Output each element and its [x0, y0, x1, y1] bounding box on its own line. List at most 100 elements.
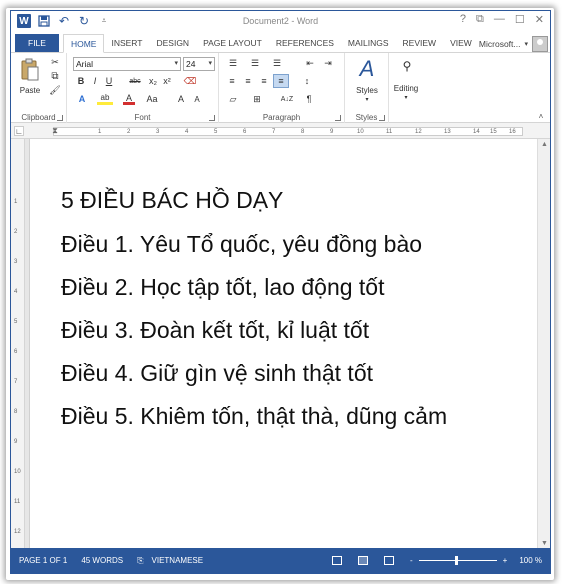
decrease-indent-icon[interactable]: ⇤	[303, 57, 317, 69]
vertical-ruler: 1 2 3 4 5 6 7 8 9 10 11 12	[11, 139, 25, 549]
ruler-tick: 6	[243, 129, 247, 135]
cut-icon[interactable]: ✂	[49, 56, 61, 68]
paste-button[interactable]: Paste	[15, 85, 45, 95]
zoom-slider-thumb[interactable]	[454, 556, 458, 565]
minimize-button[interactable]: —	[494, 13, 505, 26]
zoom-in-button[interactable]: +	[503, 556, 508, 565]
read-mode-icon[interactable]	[331, 556, 342, 565]
paragraph-launcher-icon[interactable]	[335, 115, 341, 121]
word-window: W ↶ ↻ ⩡ Document2 - Word ? ⧉ — ☐ ✕ FILE …	[10, 10, 551, 574]
close-button[interactable]: ✕	[535, 13, 544, 26]
tab-home[interactable]: HOME	[62, 34, 105, 53]
styles-icon[interactable]: A	[354, 56, 380, 81]
document-line[interactable]: Điều 1. Yêu Tổ quốc, yêu đồng bào	[61, 231, 422, 258]
proofing-icon[interactable]: ⎘	[137, 556, 143, 566]
language-indicator[interactable]: VIETNAMESE	[152, 556, 204, 565]
document-line[interactable]: Điều 4. Giữ gìn vệ sinh thật tốt	[61, 360, 373, 387]
ruler-bar[interactable]: 1 2 3 4 5 6 7 8 9 10 11 12 13 14 15 16	[53, 127, 523, 136]
font-size-select[interactable]: 24 ▾	[183, 57, 215, 71]
scroll-up-icon[interactable]: ▲	[541, 141, 548, 148]
align-left-icon[interactable]: ≡	[225, 75, 239, 87]
font-launcher-icon[interactable]	[209, 115, 215, 121]
shrink-font-button[interactable]: A	[191, 93, 203, 105]
account-menu[interactable]: Microsoft... ▾	[479, 36, 550, 52]
subscript-button[interactable]: x₂	[147, 75, 159, 87]
document-page[interactable]: 5 ĐIỀU BÁC HỒ DẠY Điều 1. Yêu Tổ quốc, y…	[29, 139, 538, 549]
collapse-ribbon-icon[interactable]: ˄	[536, 112, 546, 121]
tab-insert[interactable]: INSERT	[104, 34, 149, 52]
superscript-button[interactable]: x²	[161, 75, 173, 87]
line-spacing-icon[interactable]: ↕	[299, 75, 315, 87]
document-line[interactable]: Điều 5. Khiêm tốn, thật thà, dũng cảm	[61, 403, 447, 430]
numbering-icon[interactable]: ☰	[247, 57, 263, 69]
maximize-button[interactable]: ☐	[515, 13, 525, 26]
document-line[interactable]: Điều 2. Học tập tốt, lao động tốt	[61, 274, 384, 301]
grow-font-button[interactable]: A	[175, 93, 187, 105]
paragraph-group: ☰ ☰ ☰ ⇤ ⇥ ≡ ≡ ≡ ≡ ↕ ▱ ⊞ A↓Z ¶ Paragraph	[219, 53, 345, 123]
paste-icon[interactable]	[19, 57, 41, 83]
print-layout-icon[interactable]	[357, 556, 368, 565]
borders-icon[interactable]: ⊞	[249, 93, 265, 105]
binoculars-icon[interactable]: ⚲	[398, 57, 416, 75]
ruler-tick: 10	[14, 469, 21, 475]
zoom-level[interactable]: 100 %	[519, 556, 542, 565]
word-count[interactable]: 45 WORDS	[81, 556, 123, 565]
text-effects-icon[interactable]: A	[75, 93, 89, 105]
clear-formatting-icon[interactable]: ⌫	[183, 75, 197, 87]
styles-button[interactable]: Styles	[347, 85, 387, 95]
tab-page-layout[interactable]: PAGE LAYOUT	[196, 34, 269, 52]
sort-button[interactable]: A↓Z	[277, 93, 297, 105]
align-center-icon[interactable]: ≡	[241, 75, 255, 87]
scroll-down-icon[interactable]: ▼	[541, 540, 548, 547]
indent-marker-icon[interactable]: ⧗	[51, 123, 59, 139]
shading-icon[interactable]: ▱	[225, 93, 241, 105]
multilevel-list-icon[interactable]: ☰	[269, 57, 285, 69]
font-group: Arial ▾ 24 ▾ B I U abc x₂ x² ⌫ A ab A Aa…	[67, 53, 219, 123]
font-color-button[interactable]: A	[123, 93, 135, 105]
change-case-button[interactable]: Aa	[143, 93, 161, 105]
clipboard-launcher-icon[interactable]	[57, 115, 63, 121]
highlight-button[interactable]: ab	[97, 93, 113, 105]
font-name-select[interactable]: Arial ▾	[73, 57, 181, 71]
ruler-tick: 4	[14, 289, 18, 295]
tab-view[interactable]: VIEW	[443, 34, 479, 52]
bold-button[interactable]: B	[75, 75, 87, 87]
page-count[interactable]: PAGE 1 OF 1	[19, 556, 67, 565]
chevron-down-icon: ▾	[524, 41, 528, 48]
tab-mailings[interactable]: MAILINGS	[341, 34, 396, 52]
tab-references[interactable]: REFERENCES	[269, 34, 341, 52]
show-formatting-button[interactable]: ¶	[303, 93, 315, 105]
ruler-tick: 12	[14, 529, 21, 535]
zoom-out-button[interactable]: -	[410, 556, 413, 565]
italic-button[interactable]: I	[89, 75, 101, 87]
horizontal-ruler: ∟ 1 2 3 4 5 6 7 8 9 10 11 12 13 14 15 16…	[11, 123, 550, 139]
editing-button[interactable]: Editing	[389, 83, 423, 93]
ruler-tick: 1	[14, 199, 18, 205]
account-name[interactable]: Microsoft...	[479, 39, 521, 49]
underline-button[interactable]: U	[103, 75, 115, 87]
tab-review[interactable]: REVIEW	[396, 34, 444, 52]
tab-file[interactable]: FILE	[15, 34, 59, 52]
format-painter-icon[interactable]: 🖌	[49, 84, 61, 96]
zoom-slider[interactable]	[418, 556, 497, 565]
web-layout-icon[interactable]	[383, 556, 394, 565]
document-line[interactable]: Điều 3. Đoàn kết tốt, kỉ luật tốt	[61, 317, 369, 344]
ruler-tick: 6	[14, 349, 18, 355]
vertical-scrollbar[interactable]: ▲ ▼	[537, 139, 550, 549]
styles-launcher-icon[interactable]	[379, 115, 385, 121]
ribbon-display-icon[interactable]: ⧉	[476, 13, 484, 26]
align-right-icon[interactable]: ≡	[257, 75, 271, 87]
bullets-icon[interactable]: ☰	[225, 57, 241, 69]
document-heading[interactable]: 5 ĐIỀU BÁC HỒ DẠY	[61, 187, 283, 214]
tab-selector-icon[interactable]: ∟	[14, 126, 24, 136]
strikethrough-button[interactable]: abc	[127, 75, 143, 87]
avatar[interactable]	[532, 36, 548, 52]
justify-icon[interactable]: ≡	[273, 74, 289, 88]
zoom-controls: - + 100 %	[331, 556, 542, 565]
help-icon[interactable]: ?	[460, 13, 466, 26]
copy-icon[interactable]: ⧉	[49, 70, 61, 82]
tab-design[interactable]: DESIGN	[149, 34, 196, 52]
ruler-tick: 1	[98, 129, 102, 135]
increase-indent-icon[interactable]: ⇥	[321, 57, 335, 69]
ruler-tick: 9	[14, 439, 18, 445]
